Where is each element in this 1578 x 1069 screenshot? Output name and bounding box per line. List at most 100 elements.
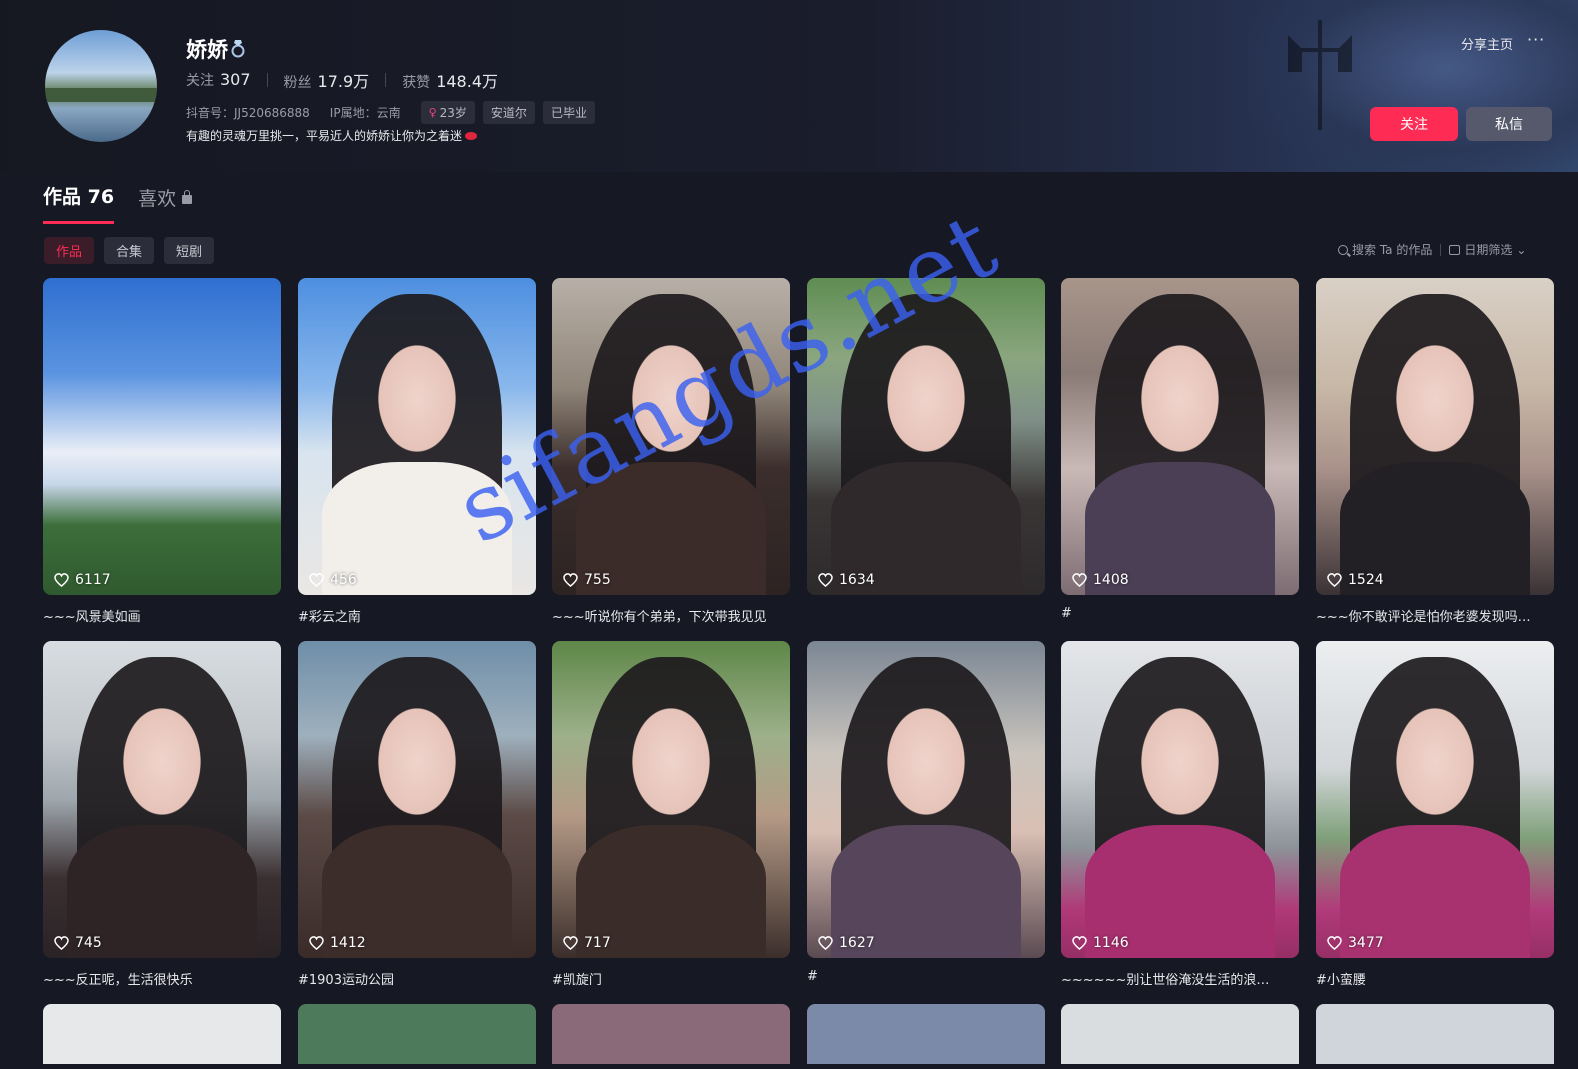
- likes-stat: 获赞 148.4万: [402, 68, 498, 92]
- video-likes: 1627: [818, 935, 875, 951]
- video-card[interactable]: [552, 1004, 790, 1064]
- date-filter[interactable]: 日期筛选 ⌄: [1449, 241, 1526, 258]
- video-card[interactable]: 1408 #: [1061, 278, 1299, 621]
- video-likes-count: 1408: [1093, 572, 1129, 588]
- share-profile-link[interactable]: 分享主页: [1461, 34, 1513, 53]
- heart-icon: [1072, 936, 1087, 950]
- video-likes-count: 1627: [839, 935, 875, 951]
- video-likes-count: 745: [75, 935, 102, 951]
- video-card[interactable]: [1316, 1004, 1554, 1064]
- video-likes-count: 755: [584, 572, 611, 588]
- video-caption[interactable]: #: [1061, 606, 1299, 621]
- heart-icon: [818, 936, 833, 950]
- video-thumbnail[interactable]: 6117: [43, 278, 281, 595]
- video-card[interactable]: [807, 1004, 1045, 1064]
- ring-badge-icon: [231, 40, 245, 58]
- video-card[interactable]: [298, 1004, 536, 1064]
- video-card[interactable]: 1634: [807, 278, 1045, 606]
- video-caption[interactable]: #: [807, 969, 1045, 984]
- follow-button[interactable]: 关注: [1370, 107, 1458, 141]
- thumbnail-figure-face: [102, 679, 222, 830]
- video-thumbnail[interactable]: 1627: [807, 641, 1045, 958]
- chip-short-dramas[interactable]: 短剧: [164, 237, 215, 264]
- video-caption[interactable]: ~~~你不敢评论是怕你老婆发现吗…: [1316, 606, 1554, 625]
- lock-icon: [182, 189, 193, 204]
- likes-count: 148.4万: [436, 72, 498, 91]
- profile-tabs: 作品 76 喜欢: [43, 182, 193, 224]
- video-caption[interactable]: ~~~风景美如画: [43, 606, 281, 625]
- education-tag: 已毕业: [542, 101, 595, 124]
- video-likes-count: 1146: [1093, 935, 1129, 951]
- video-likes: 456: [309, 572, 357, 588]
- video-caption[interactable]: ~~~反正呢，生活很快乐: [43, 969, 281, 988]
- video-caption[interactable]: #小蛮腰: [1316, 969, 1554, 988]
- video-card[interactable]: 1146 ~~~~~~别让世俗淹没生活的浪…: [1061, 641, 1299, 988]
- video-likes-count: 717: [584, 935, 611, 951]
- video-likes-count: 6117: [75, 572, 111, 588]
- video-thumbnail[interactable]: [43, 1004, 281, 1064]
- video-card[interactable]: 456 #彩云之南: [298, 278, 536, 625]
- video-thumbnail[interactable]: [1061, 1004, 1299, 1064]
- tab-works[interactable]: 作品 76: [43, 182, 115, 224]
- video-caption[interactable]: #彩云之南: [298, 606, 536, 625]
- video-thumbnail[interactable]: [1316, 1004, 1554, 1064]
- video-card[interactable]: 745 ~~~反正呢，生活很快乐: [43, 641, 281, 988]
- thumbnail-figure-face: [357, 679, 477, 830]
- followers-stat[interactable]: 粉丝 17.9万: [284, 68, 370, 92]
- video-thumbnail[interactable]: 755: [552, 278, 790, 595]
- video-likes: 1634: [818, 572, 875, 588]
- video-likes: 1146: [1072, 935, 1129, 951]
- heart-icon: [1327, 573, 1342, 587]
- video-thumbnail[interactable]: 1412: [298, 641, 536, 958]
- nickname: 娇娇: [186, 38, 228, 62]
- video-likes-count: 1412: [330, 935, 366, 951]
- video-thumbnail[interactable]: [552, 1004, 790, 1064]
- video-thumbnail[interactable]: 1524: [1316, 278, 1554, 595]
- video-card[interactable]: 6117 ~~~风景美如画: [43, 278, 281, 625]
- chip-works[interactable]: 作品: [44, 237, 95, 264]
- video-thumbnail[interactable]: 717: [552, 641, 790, 958]
- heart-icon: [54, 936, 69, 950]
- chip-collections[interactable]: 合集: [104, 237, 155, 264]
- video-thumbnail[interactable]: 3477: [1316, 641, 1554, 958]
- following-stat[interactable]: 关注 307: [186, 70, 251, 90]
- video-thumbnail[interactable]: [807, 1004, 1045, 1064]
- video-card[interactable]: 717 #凯旋门: [552, 641, 790, 988]
- heart-icon: [54, 573, 69, 587]
- search-works-label: 搜索 Ta 的作品: [1352, 243, 1433, 257]
- video-card[interactable]: 1524 ~~~你不敢评论是怕你老婆发现吗…: [1316, 278, 1554, 625]
- location-tag: 安道尔: [482, 101, 535, 124]
- thumbnail-figure-face: [1120, 316, 1240, 467]
- video-thumbnail[interactable]: 456: [298, 278, 536, 595]
- search-works[interactable]: 搜索 Ta 的作品: [1338, 241, 1432, 258]
- video-thumbnail[interactable]: 1634: [807, 278, 1045, 595]
- video-card[interactable]: 1412 #1903运动公园: [298, 641, 536, 988]
- followers-label: 粉丝: [283, 75, 312, 91]
- divider: [385, 73, 387, 87]
- heart-icon: [309, 573, 324, 587]
- video-thumbnail[interactable]: [298, 1004, 536, 1064]
- video-card[interactable]: 1627 #: [807, 641, 1045, 984]
- heart-icon: [818, 573, 833, 587]
- video-thumbnail[interactable]: 1408: [1061, 278, 1299, 595]
- more-options-icon[interactable]: ···: [1527, 30, 1545, 49]
- video-thumbnail[interactable]: 1146: [1061, 641, 1299, 958]
- video-card[interactable]: 3477 #小蛮腰: [1316, 641, 1554, 988]
- video-card[interactable]: [1061, 1004, 1299, 1064]
- heart-icon: [563, 936, 578, 950]
- video-likes: 1524: [1327, 572, 1384, 588]
- video-likes-count: 456: [330, 572, 357, 588]
- divider: [1440, 243, 1442, 256]
- avatar[interactable]: [45, 30, 157, 142]
- message-button[interactable]: 私信: [1466, 107, 1552, 141]
- video-caption[interactable]: ~~~~~~别让世俗淹没生活的浪…: [1061, 969, 1299, 988]
- tab-likes[interactable]: 喜欢: [138, 182, 193, 224]
- video-caption[interactable]: ~~~听说你有个弟弟，下次带我见见: [552, 606, 790, 625]
- video-card[interactable]: 755 ~~~听说你有个弟弟，下次带我见见: [552, 278, 790, 625]
- thumbnail-figure-face: [866, 679, 986, 830]
- video-caption[interactable]: #凯旋门: [552, 969, 790, 988]
- content-filter-chips: 作品 合集 短剧: [44, 237, 215, 264]
- video-caption[interactable]: #1903运动公园: [298, 969, 536, 988]
- video-card[interactable]: [43, 1004, 281, 1064]
- video-thumbnail[interactable]: 745: [43, 641, 281, 958]
